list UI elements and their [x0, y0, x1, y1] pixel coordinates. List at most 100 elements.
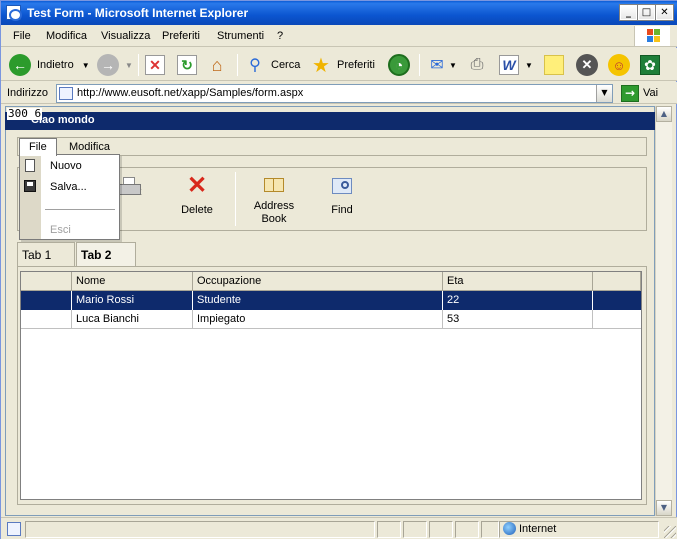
table-row[interactable]: Luca Bianchi Impiegato 53 — [21, 310, 641, 329]
column-header[interactable]: Nome — [72, 272, 193, 291]
menu-file[interactable]: File — [13, 30, 31, 42]
search-button[interactable]: ⚲ Cerca — [245, 52, 300, 78]
go-button[interactable]: Vai — [643, 87, 658, 99]
back-button[interactable]: ← Indietro ▼ — [9, 52, 90, 78]
status-pane — [455, 521, 479, 538]
scroll-down-icon[interactable]: ▼ — [656, 500, 672, 516]
address-book-icon — [261, 174, 287, 198]
table-cell-filler — [593, 310, 641, 329]
mail-button[interactable]: ✉ ▼ — [427, 52, 457, 78]
delete-label: Delete — [181, 204, 213, 216]
table-cell[interactable]: Impiegato — [193, 310, 443, 329]
row-selector[interactable] — [21, 291, 72, 310]
new-document-icon — [25, 159, 35, 172]
forward-arrow-icon: → — [97, 54, 119, 76]
resize-grip[interactable] — [664, 526, 676, 538]
menu-separator — [45, 209, 115, 210]
flower-icon: ✿ — [640, 55, 660, 75]
go-arrow-icon[interactable]: → — [621, 85, 639, 102]
back-arrow-icon: ← — [9, 54, 31, 76]
mail-icon: ✉ — [430, 57, 444, 74]
column-header[interactable]: Occupazione — [193, 272, 443, 291]
status-pane — [403, 521, 427, 538]
home-icon: ⌂ — [211, 54, 223, 75]
menu-item-label: Salva... — [50, 181, 87, 193]
chevron-down-icon[interactable]: ▼ — [125, 61, 133, 70]
menu-strumenti[interactable]: Strumenti — [217, 30, 264, 42]
printer-icon: ⎙ — [470, 56, 484, 73]
menu-preferiti[interactable]: Preferiti — [162, 30, 200, 42]
address-url: http://www.eusoft.net/xapp/Samples/form.… — [77, 87, 304, 99]
title-bar: Test Form - Microsoft Internet Explorer … — [1, 1, 677, 25]
close-button[interactable]: ✕ — [655, 4, 674, 21]
print-button[interactable]: ⎙ — [467, 52, 487, 78]
note-icon — [544, 55, 564, 75]
menu-help[interactable]: ? — [277, 30, 283, 42]
column-header-filler — [593, 272, 641, 291]
find-tool-button[interactable]: Find — [312, 174, 372, 216]
tab-2[interactable]: Tab 2 — [76, 242, 136, 266]
menu-item-nuovo[interactable]: Nuovo — [20, 156, 119, 177]
chevron-down-icon[interactable]: ▼ — [82, 61, 90, 70]
page-status-icon — [7, 522, 21, 536]
blocker-button[interactable]: ✕ — [576, 52, 598, 78]
favorites-button[interactable]: ★ Preferiti — [311, 52, 375, 78]
messenger-button[interactable]: ☺ — [608, 52, 630, 78]
ie-icon — [6, 5, 22, 21]
row-selector-header — [21, 272, 72, 291]
app-menu-modifica[interactable]: Modifica — [69, 141, 110, 153]
row-selector[interactable] — [21, 310, 72, 329]
menu-bar: File Modifica Visualizza Preferiti Strum… — [1, 25, 677, 47]
menu-item-label: Nuovo — [50, 160, 82, 172]
back-label: Indietro — [37, 59, 74, 71]
menu-item-salva[interactable]: Salva... — [20, 177, 119, 198]
table-cell[interactable]: Luca Bianchi — [72, 310, 193, 329]
page-icon — [59, 87, 73, 100]
column-header[interactable]: Eta — [443, 272, 593, 291]
table-row[interactable]: Mario Rossi Studente 22 — [21, 291, 641, 310]
search-icon: ⚲ — [249, 57, 261, 74]
table-cell[interactable]: 53 — [443, 310, 593, 329]
floppy-disk-icon — [24, 180, 36, 192]
windows-logo-icon — [634, 26, 670, 46]
menu-modifica[interactable]: Modifica — [46, 30, 87, 42]
refresh-icon: ↻ — [177, 55, 197, 75]
chevron-down-icon[interactable]: ▼ — [596, 85, 612, 102]
edit-button[interactable]: W ▼ — [499, 52, 533, 78]
app-menu-file-open[interactable]: File — [19, 138, 57, 156]
extension-button[interactable]: ✿ — [640, 52, 660, 78]
discuss-button[interactable] — [544, 52, 564, 78]
star-icon: ★ — [312, 54, 330, 77]
address-input[interactable]: http://www.eusoft.net/xapp/Samples/form.… — [56, 84, 613, 103]
chevron-down-icon[interactable]: ▼ — [449, 61, 457, 70]
tab-1[interactable]: Tab 1 — [17, 242, 75, 266]
stop-button[interactable]: ✕ — [145, 52, 165, 78]
scroll-up-icon[interactable]: ▲ — [656, 106, 672, 122]
zone-label: Internet — [519, 523, 557, 535]
address-book-tool-button[interactable]: Address Book — [244, 174, 304, 226]
menu-visualizza[interactable]: Visualizza — [101, 30, 150, 42]
table-cell[interactable]: Studente — [193, 291, 443, 310]
history-icon: ◔ — [388, 54, 410, 76]
address-label: Indirizzo — [7, 87, 48, 99]
app-header: Ciao mondo — [5, 112, 655, 130]
status-text-pane — [25, 521, 375, 538]
menu-item-esci[interactable]: Esci — [20, 220, 119, 241]
status-bar: Internet — [1, 517, 677, 539]
close-circle-icon: ✕ — [576, 54, 598, 76]
table-cell[interactable]: Mario Rossi — [72, 291, 193, 310]
maximize-button[interactable]: □ — [637, 4, 656, 21]
vertical-scrollbar[interactable]: ▲ ▼ — [655, 106, 672, 516]
forward-button[interactable]: → ▼ — [97, 52, 133, 78]
home-button[interactable]: ⌂ — [207, 52, 227, 78]
chevron-down-icon[interactable]: ▼ — [525, 61, 533, 70]
browser-window: Test Form - Microsoft Internet Explorer … — [0, 0, 677, 539]
delete-tool-button[interactable]: ✕ Delete — [167, 174, 227, 217]
refresh-button[interactable]: ↻ — [177, 52, 197, 78]
file-dropdown-menu: Nuovo Salva... Esci — [19, 154, 120, 240]
minimize-button[interactable]: _ — [619, 4, 638, 21]
history-button[interactable]: ◔ — [388, 52, 410, 78]
find-label: Find — [331, 204, 353, 216]
table-cell[interactable]: 22 — [443, 291, 593, 310]
search-label: Cerca — [271, 59, 301, 71]
